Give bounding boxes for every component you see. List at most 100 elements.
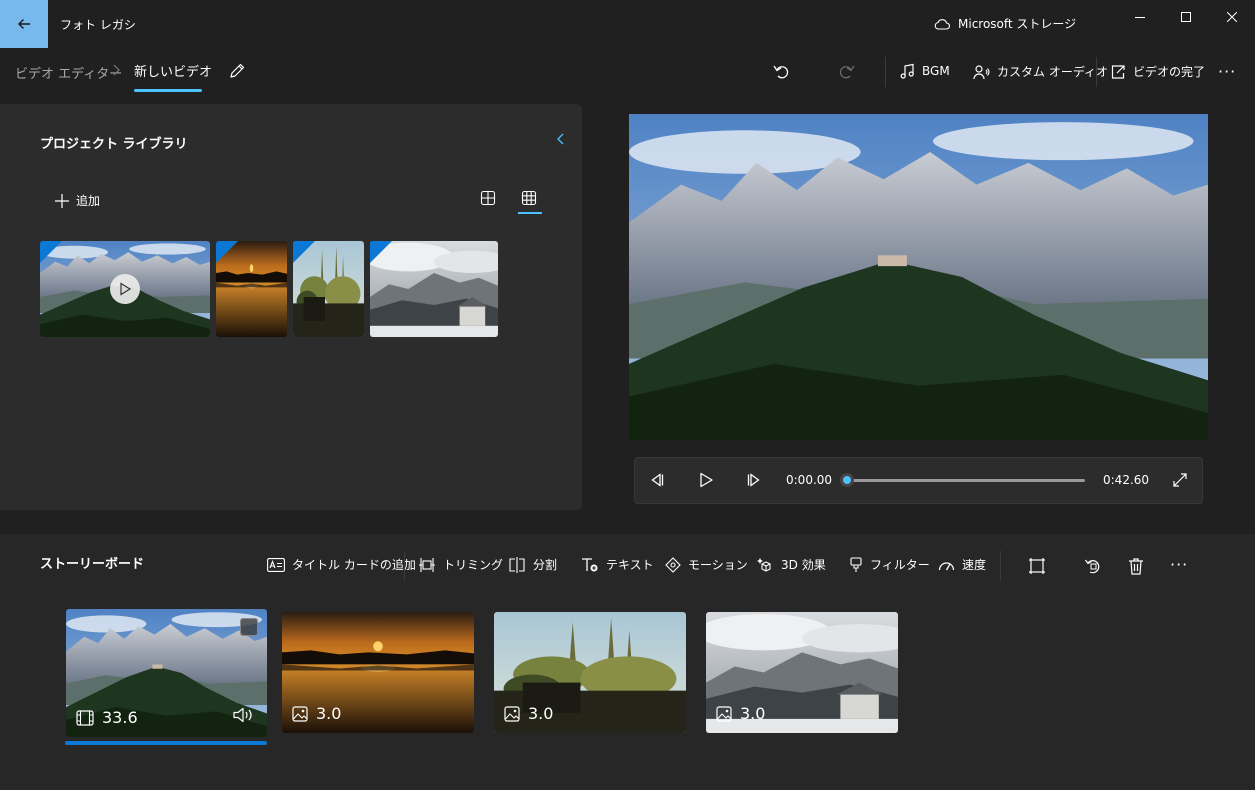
3d-effects-icon (757, 557, 774, 573)
filters-button[interactable]: フィルター (849, 556, 930, 573)
clip-duration-value: 3.0 (740, 704, 766, 723)
trim-label: トリミング (443, 558, 504, 572)
undo-icon (772, 62, 790, 80)
speed-button[interactable]: 速度 (938, 556, 986, 573)
add-title-card-button[interactable]: タイトル カードの追加 (267, 556, 416, 573)
seek-bar[interactable] (847, 479, 1085, 482)
plus-icon (55, 193, 69, 208)
pencil-icon (228, 62, 246, 80)
library-item-photo-sunset[interactable] (216, 241, 287, 337)
minimize-button[interactable] (1117, 0, 1163, 34)
grid-2x2-icon (480, 190, 496, 206)
back-arrow-icon (16, 16, 32, 32)
play-button[interactable] (698, 472, 714, 488)
minimize-icon (1135, 12, 1145, 22)
clip-duration: 33.6 (76, 708, 138, 727)
play-icon (698, 472, 714, 488)
back-button[interactable] (0, 0, 48, 48)
person-audio-icon (973, 64, 990, 80)
breadcrumb-video-editor[interactable]: ビデオ エディター (15, 63, 122, 82)
rotate-icon (1084, 557, 1102, 575)
rotate-button[interactable] (1084, 557, 1102, 575)
collapse-library-button[interactable] (554, 132, 568, 146)
cloud-icon (934, 18, 950, 30)
breadcrumb-underline (134, 89, 202, 92)
storyboard-more-button[interactable]: ··· (1170, 555, 1188, 574)
motion-label: モーション (688, 558, 748, 572)
add-media-button[interactable]: 追加 (55, 192, 100, 209)
storage-label: Microsoft ストレージ (958, 17, 1077, 31)
expand-icon (1172, 472, 1188, 488)
bgm-button[interactable]: BGM (899, 63, 950, 79)
breadcrumb-current: 新しいビデオ (134, 65, 213, 80)
undo-button[interactable] (772, 62, 790, 80)
toolbar-divider (1096, 57, 1097, 87)
added-corner-badge (370, 241, 392, 263)
delete-button[interactable] (1128, 557, 1144, 575)
split-button[interactable]: 分割 (508, 556, 557, 573)
storyboard-clip-1[interactable]: 33.6 (66, 609, 267, 737)
grid-3x3-icon (521, 190, 537, 206)
play-video-icon (110, 274, 140, 304)
maximize-icon (1181, 12, 1191, 22)
storage-button[interactable]: Microsoft ストレージ (934, 15, 1076, 32)
clip-duration: 3.0 (716, 704, 765, 723)
added-corner-badge (216, 241, 238, 263)
seek-handle[interactable] (840, 473, 854, 487)
fullscreen-button[interactable] (1172, 472, 1188, 488)
added-corner-badge (293, 241, 315, 263)
3d-effects-label: 3D 効果 (781, 558, 826, 572)
speed-label: 速度 (962, 558, 987, 572)
crop-frame-icon (1028, 557, 1046, 575)
text-button[interactable]: テキスト (581, 556, 654, 573)
close-button[interactable] (1209, 0, 1255, 34)
filter-brush-icon (849, 556, 863, 573)
bgm-label: BGM (922, 64, 950, 78)
storyboard-clip-2[interactable]: 3.0 (282, 612, 474, 733)
small-thumbnail-view-button[interactable] (521, 190, 537, 206)
storyboard-divider (404, 551, 405, 581)
toolbar-divider (885, 57, 886, 87)
image-icon (292, 705, 308, 722)
selected-clip-indicator (65, 741, 267, 745)
storyboard-clip-3[interactable]: 3.0 (494, 612, 686, 733)
film-strip-icon (76, 709, 94, 726)
storyboard-divider (1000, 551, 1001, 581)
current-time: 0:00.00 (786, 473, 833, 487)
trim-button[interactable]: トリミング (418, 556, 503, 573)
3d-effects-button[interactable]: 3D 効果 (757, 556, 826, 573)
custom-audio-button[interactable]: カスタム オーディオ (973, 63, 1108, 80)
chevron-left-icon (554, 132, 568, 146)
motion-button[interactable]: モーション (665, 556, 748, 573)
total-time: 0:42.60 (1103, 473, 1150, 487)
previous-frame-button[interactable] (649, 472, 665, 488)
add-title-card-label: タイトル カードの追加 (292, 558, 416, 572)
large-thumbnail-view-button[interactable] (480, 190, 496, 206)
step-back-icon (649, 472, 665, 488)
finish-video-label: ビデオの完了 (1133, 65, 1206, 79)
maximize-button[interactable] (1163, 0, 1209, 34)
clip-select-checkbox[interactable] (240, 618, 258, 636)
storyboard-clip-4[interactable]: 3.0 (706, 612, 898, 733)
library-item-video-mountains[interactable] (40, 241, 210, 337)
next-frame-button[interactable] (746, 472, 762, 488)
library-item-photo-trees[interactable] (293, 241, 364, 337)
rename-button[interactable] (228, 62, 246, 80)
add-label: 追加 (76, 194, 101, 208)
finish-video-button[interactable]: ビデオの完了 (1110, 63, 1205, 80)
app-title: フォト レガシ (60, 18, 136, 32)
clip-volume-button[interactable] (233, 707, 255, 723)
speedometer-icon (938, 558, 955, 572)
project-library-title: プロジェクト ライブラリ (40, 137, 188, 152)
library-item-photo-snowy-village[interactable] (370, 241, 498, 337)
redo-button[interactable] (838, 62, 856, 80)
preview-frame (629, 114, 1208, 440)
crop-button[interactable] (1028, 557, 1046, 575)
clip-duration-value: 3.0 (316, 704, 342, 723)
clip-duration: 3.0 (292, 704, 341, 723)
split-icon (508, 556, 526, 573)
breadcrumb-separator-icon (112, 64, 120, 76)
clip-duration-value: 33.6 (102, 708, 138, 727)
custom-audio-label: カスタム オーディオ (997, 65, 1108, 79)
more-options-button[interactable]: ··· (1218, 62, 1236, 81)
